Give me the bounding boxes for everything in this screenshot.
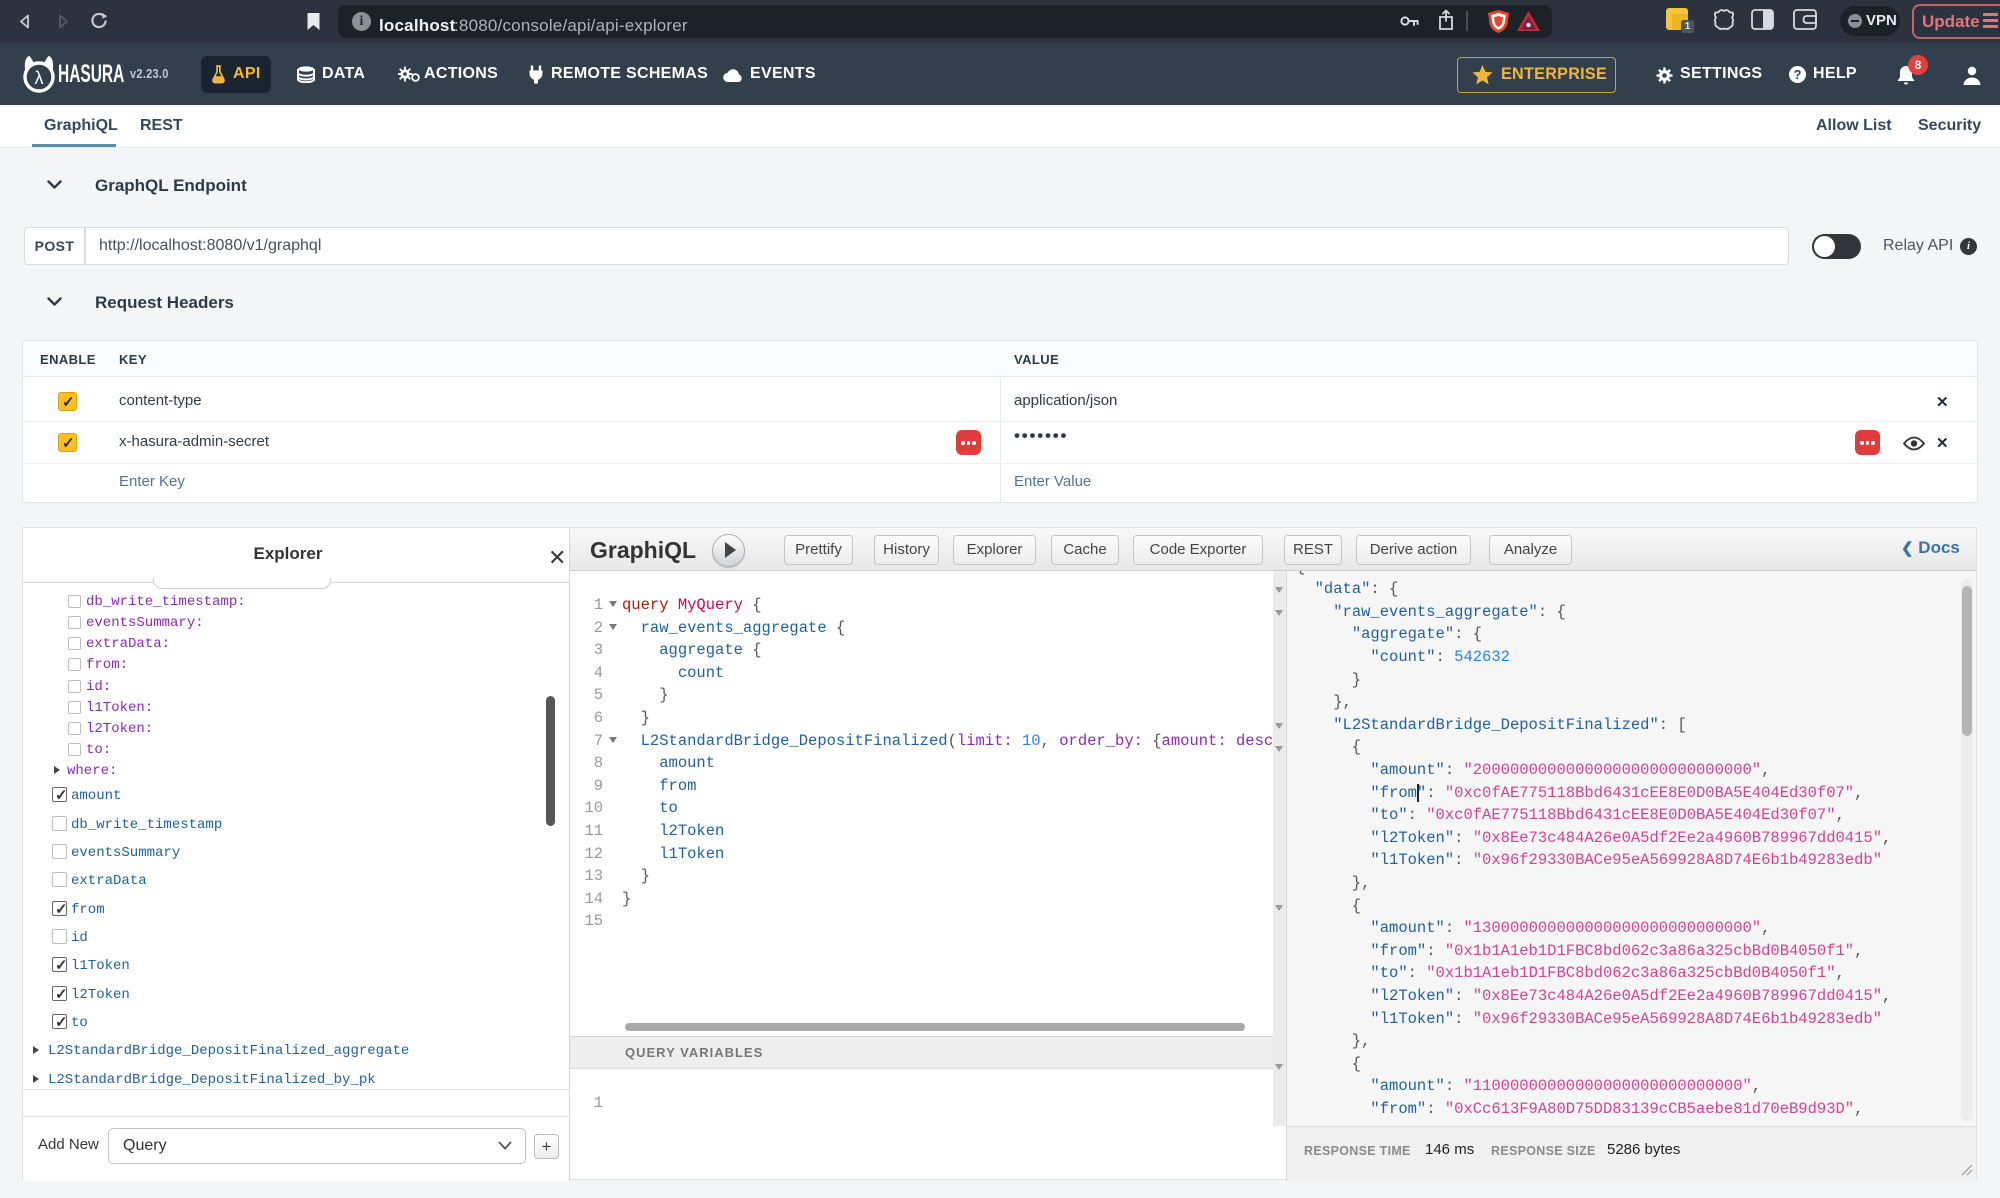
svg-text:λ: λ (35, 68, 44, 88)
